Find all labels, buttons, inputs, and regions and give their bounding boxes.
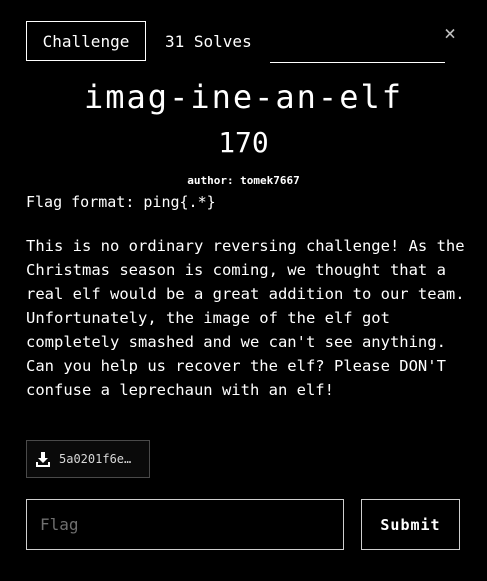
tab-underline: [270, 62, 445, 63]
challenge-author: author: tomek7667: [187, 174, 300, 187]
tab-solves-label: 31 Solves: [165, 31, 252, 51]
download-file-button[interactable]: 5a0201f6e…: [26, 440, 150, 478]
challenge-points: 170: [218, 126, 269, 159]
tab-challenge-label: Challenge: [42, 31, 130, 51]
flag-input[interactable]: [26, 499, 344, 550]
tab-challenge[interactable]: Challenge: [26, 21, 146, 61]
challenge-title: imag-ine-an-elf: [84, 78, 403, 116]
tab-solves[interactable]: 31 Solves: [165, 21, 252, 61]
download-icon: [36, 452, 50, 467]
submit-button[interactable]: Submit: [361, 499, 460, 550]
close-icon[interactable]: ×: [444, 22, 462, 44]
flag-format-text: Flag format: ping{.*}: [26, 193, 216, 211]
download-file-name: 5a0201f6e…: [59, 452, 132, 466]
challenge-description: This is no ordinary reversing challenge!…: [26, 237, 465, 399]
